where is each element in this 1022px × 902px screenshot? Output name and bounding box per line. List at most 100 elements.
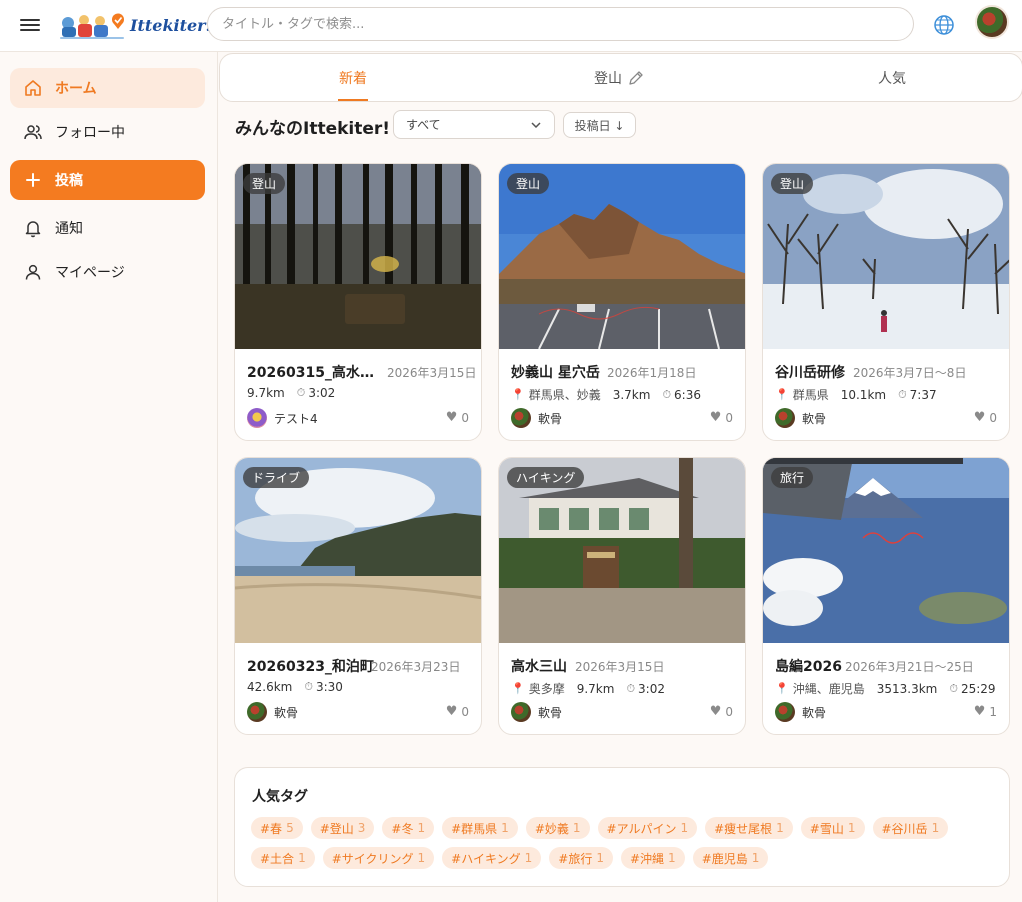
filter-value: すべて [406,118,441,132]
tag-chip[interactable]: #サイクリング 1 [322,847,435,869]
category-tabs: 新着 登山 人気 [219,53,1022,102]
tag-name: #登山 [319,821,354,836]
category-filter-select[interactable]: すべて [393,110,555,139]
post-meta: 📍 群馬県 10.1km ⏱ 7:37 [775,386,937,403]
logo-text: Ittekiter! [130,15,213,35]
sidebar-item-label: ホーム [55,81,97,97]
heart-icon: ♥ [973,410,986,425]
tag-chip[interactable]: #群馬県 1 [442,817,518,839]
tag-name: #ハイキング [451,851,521,866]
post-card[interactable]: 旅行 島編2026 2026年3月21日〜25日 📍 沖縄、鹿児島 3513.3… [762,457,1010,735]
tag-name: #春 [260,821,283,836]
post-date: 2026年1月18日 [607,366,697,380]
bell-icon [23,218,43,238]
tag-count: 1 [847,821,856,835]
like-button[interactable]: ♥ 0 [710,704,733,719]
sidebar-item-post[interactable]: 投稿 [10,160,205,200]
tab-label: 人気 [878,70,906,87]
post-author[interactable]: 軟骨 [511,702,562,722]
tag-count: 1 [776,821,784,835]
tag-name: #冬 [391,821,414,836]
duration: 25:29 [960,681,996,696]
tag-chip[interactable]: #春 5 [251,817,303,839]
tag-chip[interactable]: #土合 1 [251,847,315,869]
like-count: 0 [725,410,733,425]
tag-chip[interactable]: #沖縄 1 [620,847,685,869]
post-card[interactable]: 登山 谷川岳研修 2026年3月7日〜8日 📍 群馬県 10.1km ⏱ 7:3… [762,163,1010,441]
post-card[interactable]: 登山 妙義山 星穴岳 2026年1月18日 📍 群馬県、妙義 3.7km ⏱ 6… [498,163,746,441]
tag-chip[interactable]: #冬 1 [382,817,435,839]
tag-name: #アルパイン [606,821,677,836]
users-icon [23,122,43,142]
duration: 7:37 [909,387,937,402]
top-header: Ittekiter! [0,0,1022,52]
tab-popular[interactable]: 人気 [870,54,914,101]
like-button[interactable]: ♥ 0 [446,704,469,719]
tag-chip[interactable]: #登山 3 [310,817,375,839]
search-input[interactable] [207,7,914,41]
post-title: 島編2026 [775,659,842,675]
author-name: 軟骨 [802,411,827,426]
tag-name: #群馬県 [451,821,498,836]
post-title: 20260315_高水三… [247,365,383,381]
tab-new[interactable]: 新着 [330,54,376,101]
tag-chip[interactable]: #雪山 1 [800,817,865,839]
location: 奥多摩 [528,682,565,696]
tag-count: 5 [286,821,294,835]
sort-button[interactable]: 投稿日 ↓ [563,112,636,138]
tag-chip[interactable]: #妙義 1 [525,817,590,839]
tag-name: #妙義 [534,821,569,836]
globe-icon[interactable] [933,14,955,36]
app-logo[interactable]: Ittekiter! [58,8,213,42]
tag-count: 3 [357,821,366,835]
post-author[interactable]: 軟骨 [511,408,562,428]
tag-chip[interactable]: #旅行 1 [549,847,613,869]
heart-icon: ♥ [709,704,722,719]
sidebar-item-following[interactable]: フォロー中 [10,112,205,152]
like-button[interactable]: ♥ 1 [974,704,997,719]
tag-chip[interactable]: #谷川岳 1 [872,817,949,839]
tab-label: 新着 [339,70,367,87]
post-card[interactable]: 登山 20260315_高水三… 2026年3月15日 9.7km ⏱ 3:02… [234,163,482,441]
menu-icon[interactable] [20,16,40,34]
author-name: 軟骨 [538,705,563,720]
post-date: 2026年3月21日〜25日 [845,660,974,674]
tab-climbing[interactable]: 登山 [590,54,650,101]
post-author[interactable]: テスト4 [247,408,318,428]
tag-count: 1 [668,851,676,865]
sidebar-item-label: フォロー中 [55,125,125,141]
author-name: 軟骨 [274,705,299,720]
author-name: テスト4 [274,411,318,426]
tag-count: 1 [501,821,509,835]
tag-chip[interactable]: #鹿児島 1 [692,847,769,869]
like-button[interactable]: ♥ 0 [446,410,469,425]
sidebar-item-home[interactable]: ホーム [10,68,205,108]
post-meta: 📍 沖縄、鹿児島 3513.3km ⏱ 25:29 [775,680,996,697]
distance: 9.7km [576,681,615,696]
like-button[interactable]: ♥ 0 [974,410,997,425]
tag-name: #雪山 [809,821,844,836]
tag-count: 1 [524,851,533,865]
post-date: 2026年3月15日 [575,660,665,674]
post-author[interactable]: 軟骨 [247,702,298,722]
distance: 9.7km [247,386,285,400]
like-button[interactable]: ♥ 0 [710,410,733,425]
post-meta: 📍 群馬県、妙義 3.7km ⏱ 6:36 [511,386,701,403]
post-author[interactable]: 軟骨 [775,408,826,428]
tag-count: 1 [751,851,760,865]
category-badge: ハイキング [507,467,585,488]
tag-name: #痩せ尾根 [714,821,773,836]
user-avatar[interactable] [975,5,1009,39]
post-card[interactable]: ドライブ 20260323_和泊町 2026年3月23日 42.6km ⏱ 3:… [234,457,482,735]
tag-name: #沖縄 [629,851,665,866]
sidebar-item-mypage[interactable]: マイページ [10,252,205,292]
tag-chip[interactable]: #ハイキング 1 [442,847,542,869]
clock-icon: ⏱ [949,681,958,695]
like-count: 1 [989,704,997,719]
tag-chip[interactable]: #アルパイン 1 [597,817,698,839]
tag-chip[interactable]: #痩せ尾根 1 [705,817,793,839]
post-author[interactable]: 軟骨 [775,702,826,722]
post-card[interactable]: ハイキング 高水三山 2026年3月15日 📍 奥多摩 9.7km ⏱ 3:02… [498,457,746,735]
sidebar-item-notifications[interactable]: 通知 [10,208,205,248]
duration: 3:30 [315,680,343,694]
